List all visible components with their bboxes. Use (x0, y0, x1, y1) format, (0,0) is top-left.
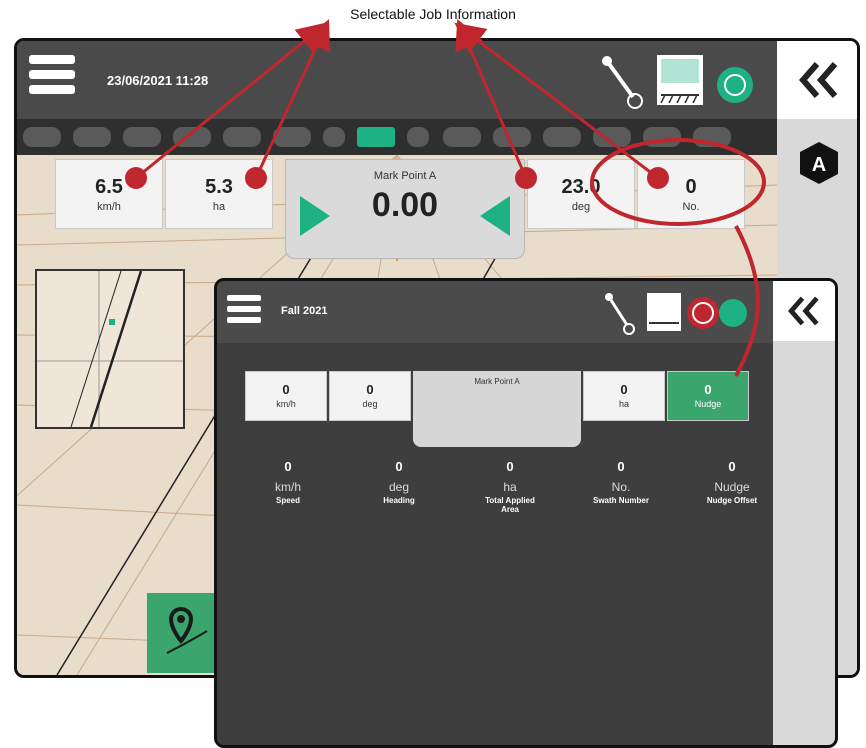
boom-section (593, 127, 631, 147)
preview-area[interactable]: 0 ha (583, 371, 665, 421)
date-time: 23/06/2021 11:28 (107, 73, 209, 88)
status-icons (602, 55, 753, 109)
boom-section (693, 127, 731, 147)
double-chevron-left-icon (798, 62, 837, 98)
gnss-status-icon[interactable] (719, 299, 747, 327)
preview-center-panel: Mark Point A (413, 371, 581, 447)
steer-left-icon (480, 196, 510, 236)
expand-panel-button[interactable] (777, 41, 857, 119)
job-info-speed[interactable]: 6.5 km/h (55, 159, 163, 229)
menu-icon[interactable] (29, 55, 75, 101)
expand-panel-button[interactable] (773, 281, 835, 341)
boom-section (223, 127, 261, 147)
boom-section (123, 127, 161, 147)
preview-heading[interactable]: 0 deg (329, 371, 411, 421)
boom-section-bar (17, 119, 777, 155)
boom-section (493, 127, 531, 147)
status-icons (605, 293, 747, 335)
job-info-preview-bar: 0 km/h 0 deg Mark Point A 0 ha 0 Nudge (245, 371, 751, 447)
mode-badge-label: A (812, 154, 826, 176)
mini-map[interactable] (35, 269, 185, 429)
boom-section (543, 127, 581, 147)
callout-title: Selectable Job Information (350, 6, 516, 22)
job-info-area[interactable]: 5.3 ha (165, 159, 273, 229)
boom-section (323, 127, 345, 147)
option-nudge-offset[interactable]: 0 Nudge Nudge Offset (677, 459, 787, 505)
boom-spray-icon[interactable] (657, 55, 703, 105)
boom-section (73, 127, 111, 147)
top-bar: 23/06/2021 11:28 (17, 41, 777, 119)
guidance-label: Mark Point A (474, 377, 520, 386)
option-swath-number[interactable]: 0 No. Swath Number (566, 459, 676, 505)
option-speed[interactable]: 0 km/h Speed (233, 459, 343, 505)
job-info-heading[interactable]: 23.0 deg (527, 159, 635, 229)
boom-section (407, 127, 429, 147)
preview-speed[interactable]: 0 km/h (245, 371, 327, 421)
job-name: Fall 2021 (281, 305, 328, 317)
right-side-panel (773, 281, 835, 745)
double-chevron-left-icon (788, 296, 819, 326)
guidance-label: Mark Point A (373, 170, 437, 182)
option-heading[interactable]: 0 deg Heading (344, 459, 454, 505)
steering-icon[interactable] (602, 56, 643, 109)
boom-section (443, 127, 481, 147)
boom-spray-icon[interactable] (647, 293, 681, 331)
job-info-selection-screen: Fall 2021 0 km/h 0 deg Mark Point A 0 ha… (214, 278, 838, 748)
menu-icon[interactable] (227, 295, 261, 329)
gnss-status-icon[interactable] (717, 67, 753, 103)
job-info-content: 0 km/h 0 deg Mark Point A 0 ha 0 Nudge 0… (217, 343, 773, 745)
boom-section (173, 127, 211, 147)
boom-section (273, 127, 311, 147)
cross-track-panel: Mark Point A 0.00 (285, 159, 525, 259)
guidance-mode-a-icon[interactable]: A (799, 141, 839, 185)
boom-section (23, 127, 61, 147)
job-info-swath-number[interactable]: 0 No. (637, 159, 745, 229)
job-info-bar: 6.5 km/h 5.3 ha Mark Point A 0.00 23.0 d… (55, 159, 755, 259)
steer-right-icon (300, 196, 330, 236)
steering-wheel-icon[interactable] (687, 297, 719, 329)
top-bar: Fall 2021 (217, 281, 773, 343)
steering-icon[interactable] (605, 293, 635, 335)
boom-section (643, 127, 681, 147)
boom-section-active (357, 127, 395, 147)
option-total-applied-area[interactable]: 0 ha Total Applied Area (455, 459, 565, 514)
mini-map-lines (37, 270, 183, 428)
preview-nudge-selected[interactable]: 0 Nudge (667, 371, 749, 421)
